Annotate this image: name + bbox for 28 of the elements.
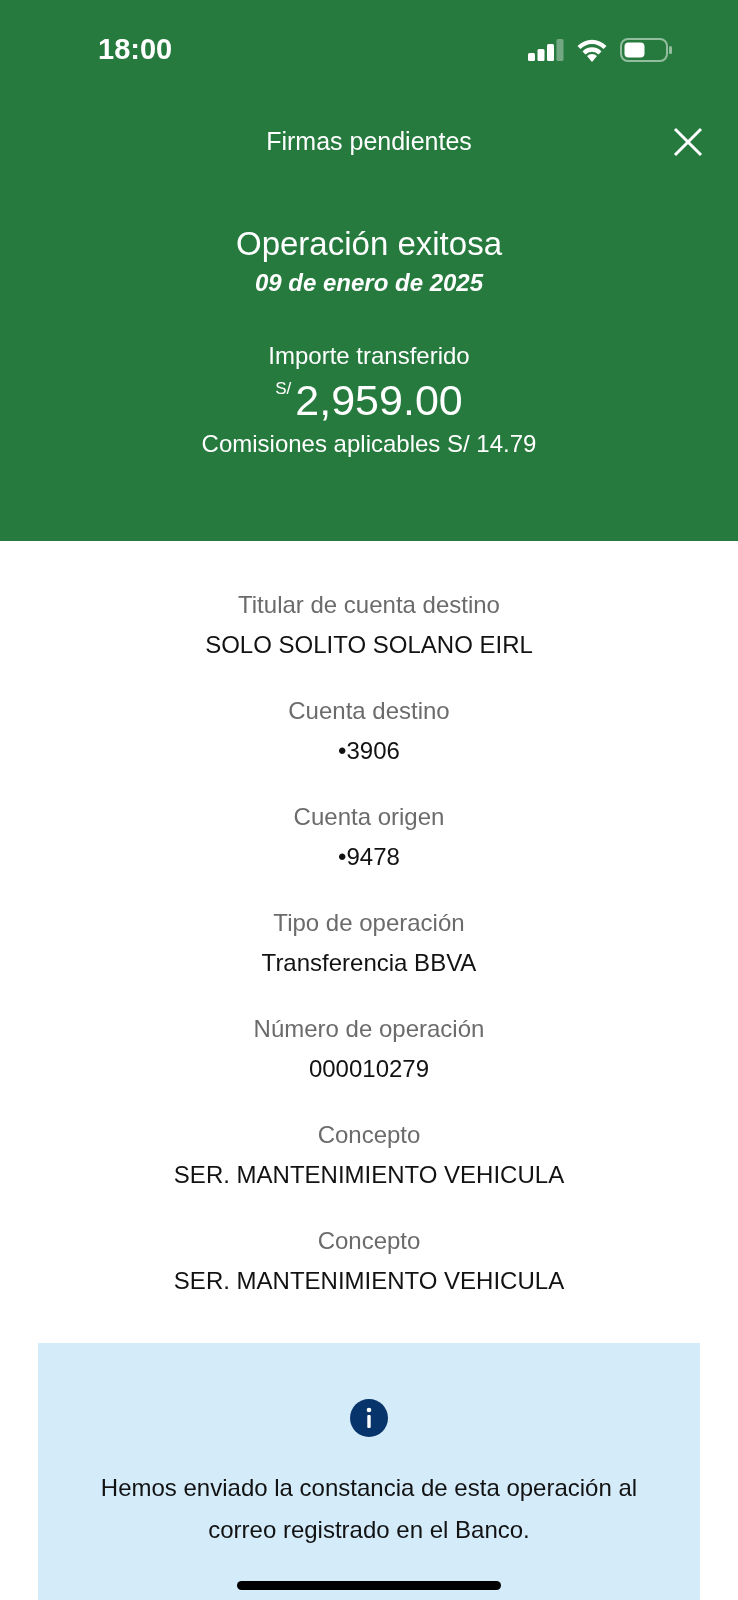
detail-label: Titular de cuenta destino [238,590,500,620]
notice-text: Hemos enviado la constancia de esta operación al correo registrado en el Banco. [99,1473,639,1545]
detail-label: Cuenta destino [288,696,450,726]
detail-value: 000010279 [308,1054,430,1084]
detail-label: Cuenta origen [293,802,445,832]
detail-value: •9478 [338,842,400,872]
fees-text: Comisiones aplicables S/ 14.79 [201,429,537,459]
success-title: Operación exitosa [236,224,502,264]
operation-date: 09 de enero de 2025 [254,268,484,298]
detail-label: Número de operación [253,1014,485,1044]
signal-icon [528,39,564,61]
amount-label: Importe transferido [268,341,470,371]
detail-label: Tipo de operación [273,908,465,938]
detail-value: •3906 [338,736,400,766]
detail-value: SOLO SOLITO SOLANO EIRL [205,630,533,660]
currency-symbol: S/ [275,378,292,400]
wifi-icon [576,38,608,62]
info-icon [350,1399,388,1437]
detail-value: Transferencia BBVA [261,948,477,978]
close-icon [673,127,703,157]
detail-value: SER. MANTENIMIENTO VEHICULA [173,1266,565,1296]
transferred-amount: 2,959.00 [295,375,463,426]
battery-icon [620,38,672,62]
detail-value: SER. MANTENIMIENTO VEHICULA [173,1160,565,1190]
status-time: 18:00 [98,32,173,68]
page-title: Firmas pendientes [266,126,472,158]
detail-label: Concepto [317,1226,421,1256]
detail-label: Concepto [317,1120,421,1150]
